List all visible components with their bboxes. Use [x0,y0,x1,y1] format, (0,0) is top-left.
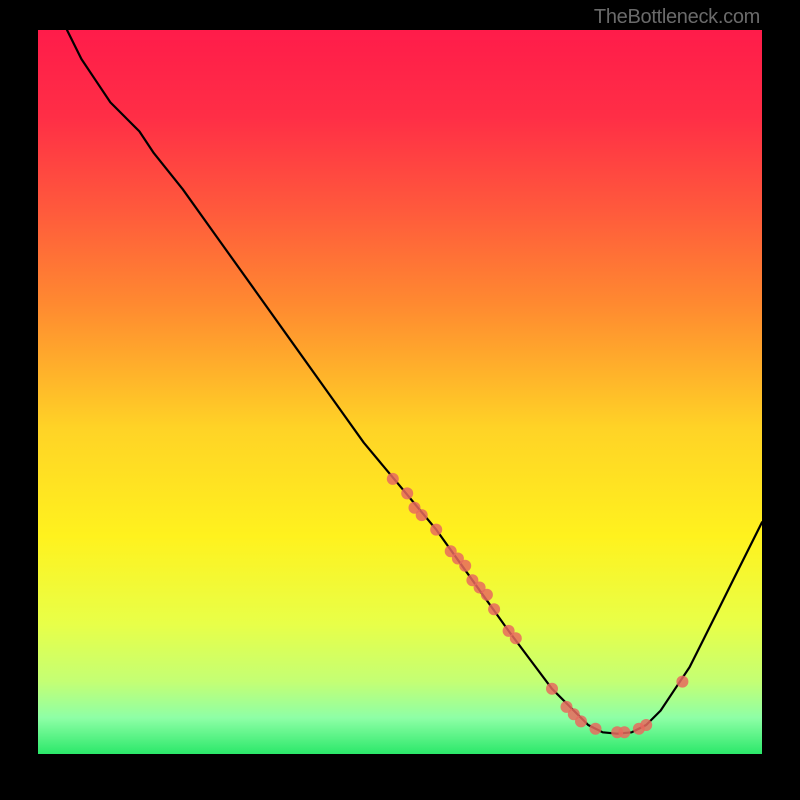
data-point [430,524,442,536]
data-point [546,683,558,695]
data-point [401,487,413,499]
data-point [416,509,428,521]
data-point [459,560,471,572]
attribution-label: TheBottleneck.com [594,6,760,29]
data-point [488,603,500,615]
data-point [481,589,493,601]
plot-area [38,30,762,754]
data-point [640,719,652,731]
plot-svg [38,30,762,754]
gradient-background [38,30,762,754]
data-point [387,473,399,485]
data-point [618,726,630,738]
chart-stage: TheBottleneck.com [0,0,800,800]
data-point [676,676,688,688]
data-point [590,723,602,735]
data-point [510,632,522,644]
data-point [575,715,587,727]
